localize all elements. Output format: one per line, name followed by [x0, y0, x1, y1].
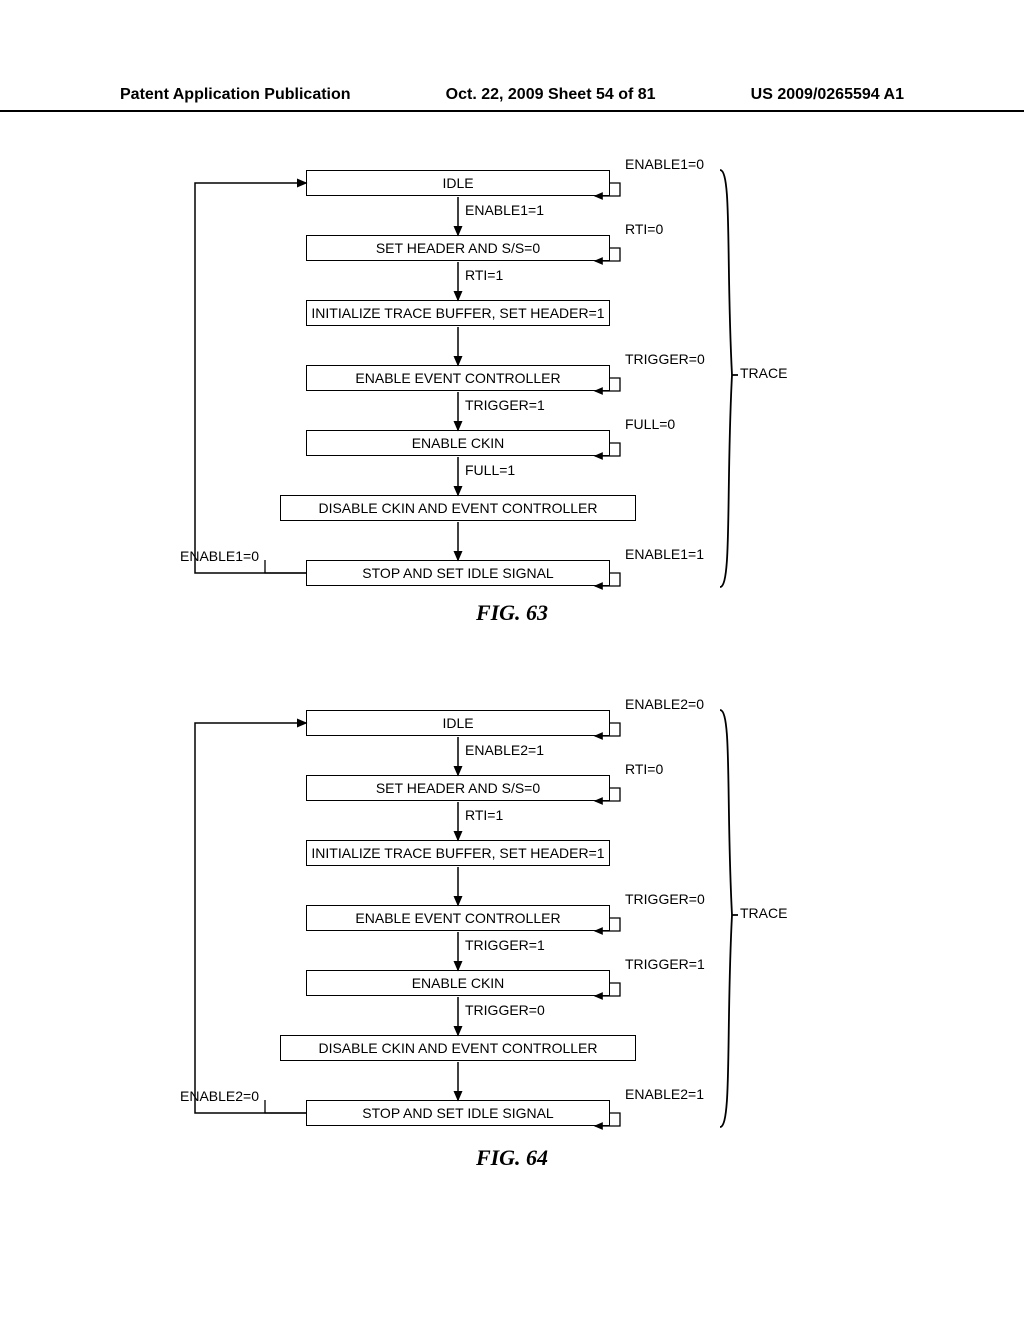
- loop-rti-0: RTI=0: [625, 761, 663, 777]
- state-enable-ckin: ENABLE CKIN: [306, 970, 610, 996]
- loop-enable1-0: ENABLE1=0: [625, 156, 704, 172]
- state-enable-event-ctrl: ENABLE EVENT CONTROLLER: [306, 905, 610, 931]
- state-enable-ckin: ENABLE CKIN: [306, 430, 610, 456]
- loop-trigger-0: TRIGGER=0: [625, 351, 705, 367]
- loop-trigger-0: TRIGGER=0: [625, 891, 705, 907]
- loop-rti-0: RTI=0: [625, 221, 663, 237]
- loop-enable2-1: ENABLE2=1: [625, 1086, 704, 1102]
- loop-trigger-1: TRIGGER=1: [625, 956, 705, 972]
- figure-64: IDLE SET HEADER AND S/S=0 INITIALIZE TRA…: [0, 690, 1024, 1160]
- state-set-header: SET HEADER AND S/S=0: [306, 235, 610, 261]
- state-idle: IDLE: [306, 710, 610, 736]
- trans-trigger-1: TRIGGER=1: [465, 937, 545, 953]
- trans-full-1: FULL=1: [465, 462, 515, 478]
- feedback-enable2-0: ENABLE2=0: [180, 1088, 259, 1104]
- brace-trace: TRACE: [740, 365, 787, 381]
- fig64-caption: FIG. 64: [0, 1145, 1024, 1171]
- state-disable: DISABLE CKIN AND EVENT CONTROLLER: [280, 1035, 636, 1061]
- state-init-buffer: INITIALIZE TRACE BUFFER, SET HEADER=1: [306, 300, 610, 326]
- header-left: Patent Application Publication: [120, 86, 351, 104]
- figure-63: IDLE SET HEADER AND S/S=0 INITIALIZE TRA…: [0, 150, 1024, 620]
- state-set-header: SET HEADER AND S/S=0: [306, 775, 610, 801]
- header-right: US 2009/0265594 A1: [751, 86, 904, 104]
- brace-trace: TRACE: [740, 905, 787, 921]
- trans-rti-1: RTI=1: [465, 267, 503, 283]
- trans-rti-1: RTI=1: [465, 807, 503, 823]
- state-idle: IDLE: [306, 170, 610, 196]
- trans-enable2-1: ENABLE2=1: [465, 742, 544, 758]
- page: Patent Application Publication Oct. 22, …: [0, 0, 1024, 1320]
- trans-trigger-1: TRIGGER=1: [465, 397, 545, 413]
- loop-enable2-0: ENABLE2=0: [625, 696, 704, 712]
- state-init-buffer: INITIALIZE TRACE BUFFER, SET HEADER=1: [306, 840, 610, 866]
- state-stop: STOP AND SET IDLE SIGNAL: [306, 560, 610, 586]
- feedback-enable1-0: ENABLE1=0: [180, 548, 259, 564]
- loop-full-0: FULL=0: [625, 416, 675, 432]
- page-header: Patent Application Publication Oct. 22, …: [0, 86, 1024, 112]
- trans-trigger-0: TRIGGER=0: [465, 1002, 545, 1018]
- state-enable-event-ctrl: ENABLE EVENT CONTROLLER: [306, 365, 610, 391]
- state-disable: DISABLE CKIN AND EVENT CONTROLLER: [280, 495, 636, 521]
- state-stop: STOP AND SET IDLE SIGNAL: [306, 1100, 610, 1126]
- fig63-caption: FIG. 63: [0, 600, 1024, 626]
- header-center: Oct. 22, 2009 Sheet 54 of 81: [446, 86, 656, 104]
- loop-enable1-1: ENABLE1=1: [625, 546, 704, 562]
- trans-enable1-1: ENABLE1=1: [465, 202, 544, 218]
